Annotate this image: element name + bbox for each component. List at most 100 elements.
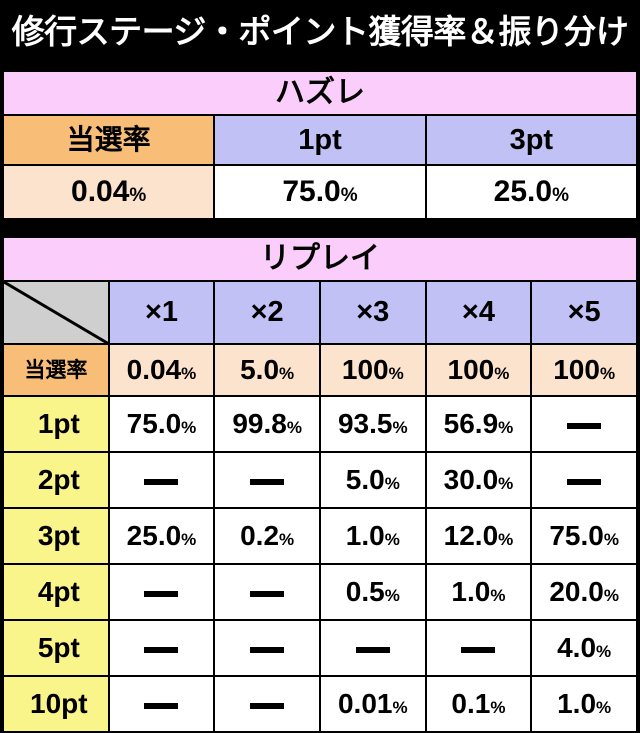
value-number: 20.0 xyxy=(549,576,604,608)
table-row: 3pt 25.0% 0.2% 1.0% 12.0% 75.0% xyxy=(2,507,638,566)
value-number: 5.0 xyxy=(345,464,385,496)
value-number: 100 xyxy=(341,354,389,386)
value-number: 1.0 xyxy=(557,688,597,720)
cell-5pt-×3 xyxy=(318,619,427,678)
percent-sign: % xyxy=(384,474,400,494)
value-number: 100 xyxy=(553,354,600,386)
table-row: 2pt 5.0% 30.0% xyxy=(2,451,638,510)
replay-header-x2: ×2 xyxy=(213,279,321,346)
row-header-2pt: 2pt xyxy=(2,451,110,510)
value-number: 56.9 xyxy=(443,408,499,440)
title-bar: 修行ステージ・ポイント獲得率＆振り分け xyxy=(0,0,640,62)
percent-sign: % xyxy=(181,364,197,384)
row-header-1pt: 1pt xyxy=(2,395,110,454)
hazure-value-1pt-number: 75.0 xyxy=(282,175,341,208)
cell-1pt-×4: 56.9% xyxy=(424,395,533,454)
percent-sign: % xyxy=(599,364,616,384)
value-number: 0.04 xyxy=(126,354,182,386)
replay-header-x4: ×4 xyxy=(424,279,533,346)
percent-sign: % xyxy=(279,530,295,550)
table-row: 1pt 75.0% 99.8% 93.5% 56.9% xyxy=(2,395,638,454)
cell-1pt-×2: 99.8% xyxy=(213,395,321,454)
replay-winrate-x3: 100% xyxy=(318,343,427,398)
value-number: 99.8 xyxy=(232,408,287,440)
cell-4pt-×5: 20.0% xyxy=(530,563,638,622)
cell-3pt-×5: 75.0% xyxy=(530,507,638,566)
replay-winrate-x2: 5.0% xyxy=(213,343,321,398)
page-root: 修行ステージ・ポイント獲得率＆振り分け ハズレ 当選率 1pt 3pt 0.04… xyxy=(0,0,640,733)
value-number: 0.1 xyxy=(451,688,491,720)
cell-2pt-×3: 5.0% xyxy=(318,451,427,510)
value-number: 1.0 xyxy=(451,576,491,608)
percent-sign: % xyxy=(384,530,400,550)
cell-4pt-×1 xyxy=(107,563,216,622)
value-number: 75.0 xyxy=(549,520,604,552)
dash-icon xyxy=(250,478,285,485)
value-number: 5.0 xyxy=(240,354,280,386)
cell-1pt-×5 xyxy=(530,395,638,454)
dash-icon xyxy=(567,422,602,429)
corner-slash-cell xyxy=(2,279,110,346)
percent-sign: % xyxy=(603,586,619,606)
cell-4pt-×2 xyxy=(213,563,321,622)
hazure-header-1pt: 1pt xyxy=(213,114,427,166)
replay-header-x3: ×3 xyxy=(318,279,427,346)
cell-3pt-×2: 0.2% xyxy=(213,507,321,566)
hazure-value-3pt-number: 25.0 xyxy=(493,175,553,208)
value-number: 0.5 xyxy=(345,576,385,608)
cell-2pt-×1 xyxy=(107,451,216,510)
percent-sign: % xyxy=(596,642,612,662)
replay-winrate-row: 当選率 0.04% 5.0% 100% 100% 100% xyxy=(2,343,638,398)
dash-icon xyxy=(144,646,179,653)
value-number: 4.0 xyxy=(557,632,597,664)
cell-4pt-×3: 0.5% xyxy=(318,563,427,622)
replay-section-row: リプレイ xyxy=(2,236,638,282)
value-number: 75.0 xyxy=(126,408,182,440)
replay-winrate-x1: 0.04% xyxy=(107,343,216,398)
cell-3pt-×4: 12.0% xyxy=(424,507,533,566)
percent-sign: % xyxy=(552,185,569,206)
replay-section-header: リプレイ xyxy=(2,236,638,282)
replay-winrate-label: 当選率 xyxy=(2,343,110,398)
dash-icon xyxy=(461,646,496,653)
value-number: 0.01 xyxy=(337,688,393,720)
row-header-5pt: 5pt xyxy=(2,619,110,678)
replay-table: リプレイ ×1 ×2 ×3 ×4 ×5 当選率 0.04% 5.0% 100% xyxy=(2,236,638,733)
percent-sign: % xyxy=(498,418,514,438)
cell-5pt-×1 xyxy=(107,619,216,678)
cell-2pt-×2 xyxy=(213,451,321,510)
replay-winrate-x5: 100% xyxy=(530,343,638,398)
replay-header-row: ×1 ×2 ×3 ×4 ×5 xyxy=(2,279,638,346)
hazure-table: ハズレ 当選率 1pt 3pt 0.04% 75.0% 25.0% xyxy=(1,70,639,220)
cell-1pt-×1: 75.0% xyxy=(107,395,216,454)
percent-sign: % xyxy=(340,185,358,206)
replay-header-x1: ×1 xyxy=(107,279,216,346)
hazure-value-row: 0.04% 75.0% 25.0% xyxy=(1,164,639,220)
hazure-value-1pt: 75.0% xyxy=(213,164,427,220)
percent-sign: % xyxy=(388,364,404,384)
percent-sign: % xyxy=(384,586,400,606)
dash-icon xyxy=(355,646,390,653)
dash-icon xyxy=(144,478,179,485)
percent-sign: % xyxy=(181,418,197,438)
dash-icon xyxy=(567,478,602,485)
percent-sign: % xyxy=(279,364,295,384)
cell-3pt-×1: 25.0% xyxy=(107,507,216,566)
percent-sign: % xyxy=(498,530,514,550)
percent-sign: % xyxy=(392,418,408,438)
hazure-value-3pt: 25.0% xyxy=(424,164,639,220)
page-title: 修行ステージ・ポイント獲得率＆振り分け xyxy=(11,12,629,50)
dash-icon xyxy=(144,702,179,709)
row-header-4pt: 4pt xyxy=(2,563,110,622)
replay-header-x5: ×5 xyxy=(530,279,638,346)
hazure-header-winrate: 当選率 xyxy=(1,114,216,166)
hazure-value-winrate-number: 0.04 xyxy=(71,175,130,208)
value-number: 1.0 xyxy=(345,520,385,552)
dash-icon xyxy=(250,646,285,653)
diagonal-slash-icon xyxy=(4,282,108,344)
cell-2pt-×4: 30.0% xyxy=(424,451,533,510)
value-number: 12.0 xyxy=(443,520,499,552)
row-header-3pt: 3pt xyxy=(2,507,110,566)
percent-sign: % xyxy=(286,418,302,438)
hazure-header-row: 当選率 1pt 3pt xyxy=(1,114,639,166)
